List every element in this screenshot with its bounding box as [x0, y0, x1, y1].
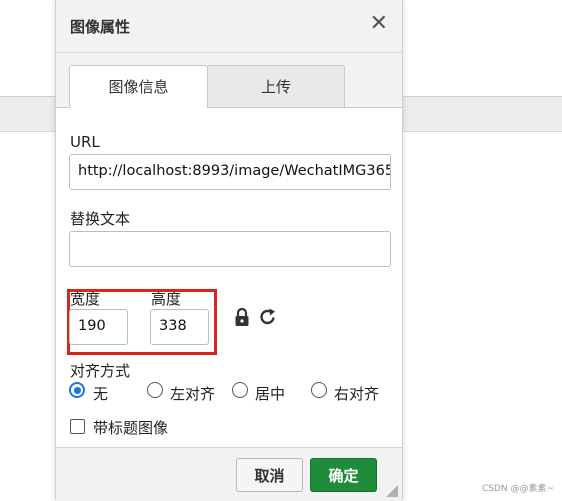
- align-right-label: 右对齐: [334, 385, 380, 403]
- align-center-radio[interactable]: [232, 382, 248, 398]
- resize-handle[interactable]: [386, 485, 398, 497]
- caption-label: 带标题图像: [93, 419, 169, 437]
- width-label: 宽度: [70, 290, 101, 308]
- alt-text-input[interactable]: [69, 231, 391, 267]
- align-left-label: 左对齐: [170, 385, 216, 403]
- url-label: URL: [70, 133, 100, 151]
- dialog-footer: 取消 确定: [56, 447, 402, 501]
- lock-icon[interactable]: [234, 307, 250, 327]
- tab-upload[interactable]: 上传: [207, 65, 345, 108]
- watermark: CSDN @@素素~: [481, 484, 554, 494]
- dialog-header: 图像属性 ✕: [56, 0, 402, 53]
- align-none-label: 无: [93, 385, 109, 403]
- align-right-radio[interactable]: [311, 382, 327, 398]
- ok-button[interactable]: 确定: [310, 458, 377, 492]
- cancel-button[interactable]: 取消: [236, 458, 303, 492]
- caption-checkbox[interactable]: [70, 419, 85, 434]
- alignment-label: 对齐方式: [70, 362, 131, 380]
- url-input[interactable]: http://localhost:8993/image/WechatIMG365…: [69, 154, 391, 190]
- tab-panel-image-info: URL http://localhost:8993/image/WechatIM…: [56, 107, 402, 448]
- height-input[interactable]: 338: [150, 309, 209, 345]
- width-input[interactable]: 190: [69, 309, 128, 345]
- close-icon[interactable]: ✕: [370, 12, 388, 36]
- align-none-radio[interactable]: [69, 382, 85, 398]
- align-left-radio[interactable]: [147, 382, 163, 398]
- dialog-title: 图像属性: [70, 18, 131, 36]
- tab-image-info[interactable]: 图像信息: [69, 65, 208, 108]
- align-center-label: 居中: [255, 385, 286, 403]
- height-label: 高度: [151, 290, 182, 308]
- image-properties-dialog: 图像属性 ✕ 图像信息 上传 URL http://localhost:8993…: [55, 0, 403, 501]
- reset-icon[interactable]: [259, 307, 277, 327]
- alt-text-label: 替换文本: [70, 210, 131, 228]
